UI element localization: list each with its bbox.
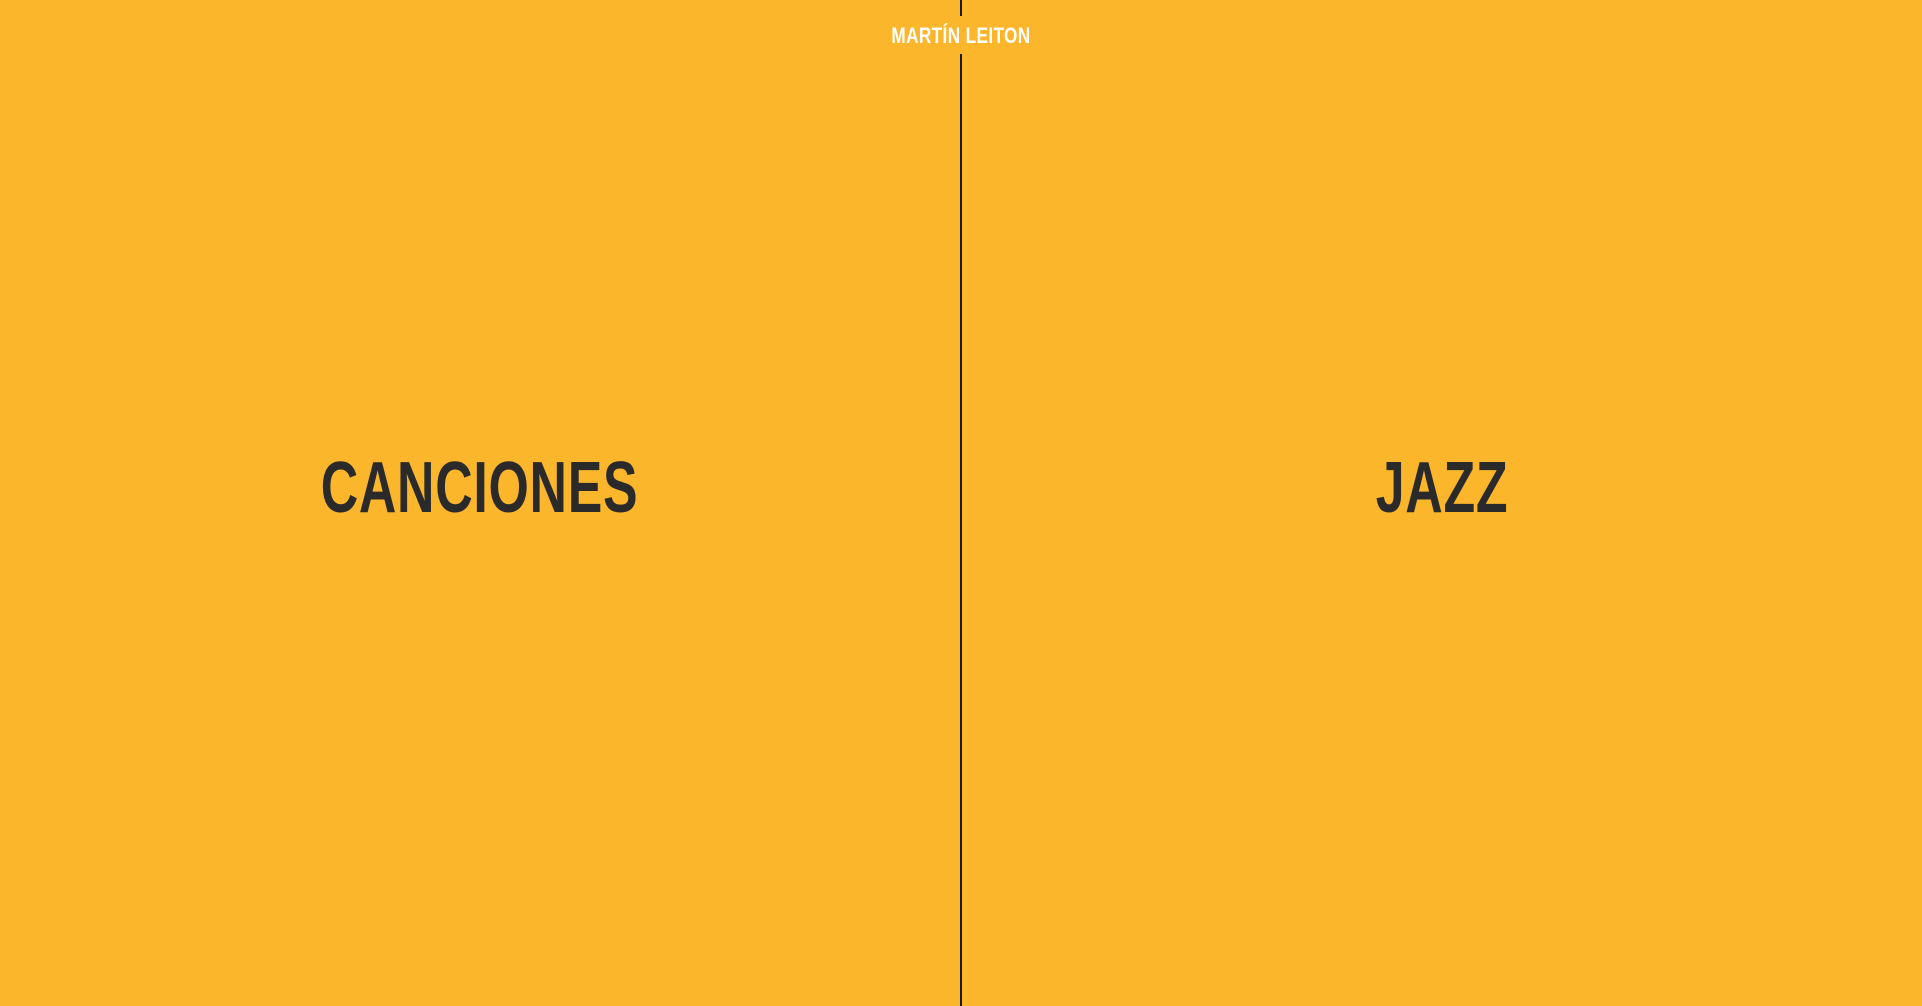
panel-jazz[interactable]: JAZZ bbox=[962, 0, 1922, 1006]
panel-jazz-label: JAZZ bbox=[1375, 448, 1509, 528]
page: MARTÍN LEITON CANCIONES JAZZ bbox=[0, 0, 1922, 1006]
panel-canciones[interactable]: CANCIONES bbox=[0, 0, 960, 1006]
panel-canciones-label: CANCIONES bbox=[321, 448, 639, 528]
